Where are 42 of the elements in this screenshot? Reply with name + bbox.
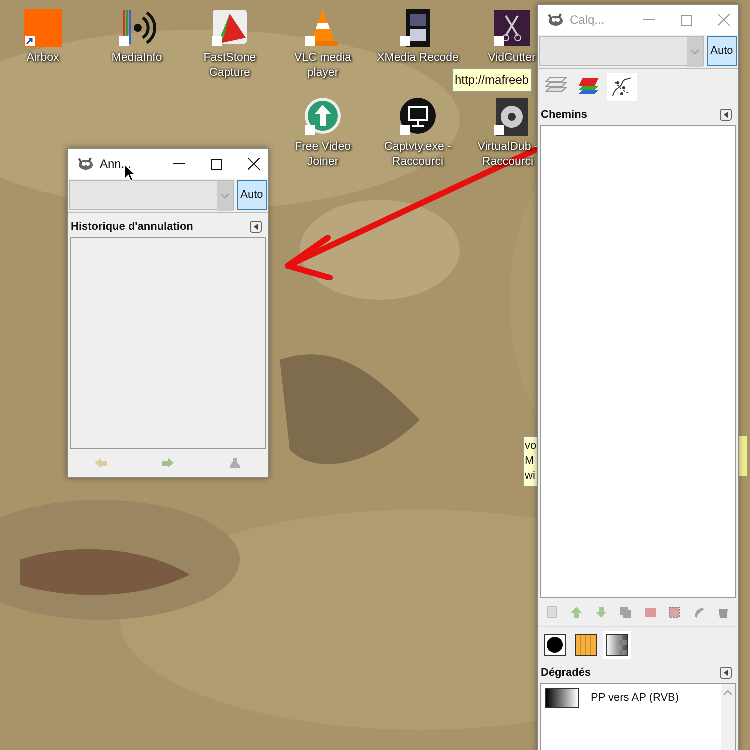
paths-tab[interactable] bbox=[607, 73, 637, 101]
tooltip-text: http://mafreeb bbox=[455, 72, 530, 89]
panel-title: Historique d'annulation bbox=[71, 221, 194, 233]
panel-menu-icon[interactable] bbox=[720, 109, 732, 121]
monitor-icon[interactable] bbox=[398, 97, 438, 137]
icon-label: MediaInfo bbox=[110, 51, 164, 66]
scissors-icon[interactable] bbox=[492, 8, 532, 48]
icon-label: VidCutter bbox=[487, 51, 537, 66]
panel-title: Chemins bbox=[541, 109, 588, 121]
scrollbar[interactable] bbox=[721, 684, 735, 750]
icon-label: VLC media player bbox=[294, 51, 352, 81]
fan-icon[interactable] bbox=[210, 8, 250, 48]
patterns-tab[interactable] bbox=[572, 631, 600, 659]
window-title: Calq... bbox=[570, 13, 606, 27]
icon-label: Airbox bbox=[26, 51, 60, 66]
panel-menu-icon[interactable] bbox=[250, 221, 262, 233]
auto-button[interactable]: Auto bbox=[237, 180, 267, 210]
gradient-name[interactable]: PP vers AP (RVB) bbox=[591, 692, 680, 704]
auto-button[interactable]: Auto bbox=[707, 36, 737, 66]
tooltip-text: vo bbox=[525, 439, 538, 454]
image-dropdown[interactable] bbox=[69, 180, 234, 210]
panel-menu-icon[interactable] bbox=[720, 667, 732, 679]
tooltip-text: M bbox=[525, 454, 536, 469]
icon-label: Free Video Joiner bbox=[294, 140, 352, 170]
chevron-up-icon[interactable] bbox=[723, 690, 733, 696]
icon-label: FastStone Capture bbox=[202, 51, 258, 81]
square-logo-icon[interactable] bbox=[23, 8, 63, 48]
chevron-down-icon bbox=[217, 181, 233, 211]
icon-label: Captvty.exe - Raccourci bbox=[384, 140, 452, 170]
maximize-icon[interactable] bbox=[211, 158, 222, 170]
gradient-preview[interactable] bbox=[545, 688, 579, 708]
gradients-tab[interactable] bbox=[603, 631, 631, 659]
sound-waves-icon[interactable] bbox=[117, 8, 157, 48]
image-dropdown[interactable] bbox=[539, 36, 704, 66]
close-icon[interactable] bbox=[248, 158, 260, 170]
brushes-tab[interactable] bbox=[541, 631, 569, 659]
chevron-down-icon bbox=[687, 37, 703, 67]
window-title: Ann... bbox=[100, 157, 132, 171]
tooltip-text: wi bbox=[525, 469, 536, 484]
tooltip-edge bbox=[739, 436, 747, 476]
panel-title: Dégradés bbox=[541, 667, 592, 679]
icon-label: XMedia Recode bbox=[376, 51, 460, 66]
